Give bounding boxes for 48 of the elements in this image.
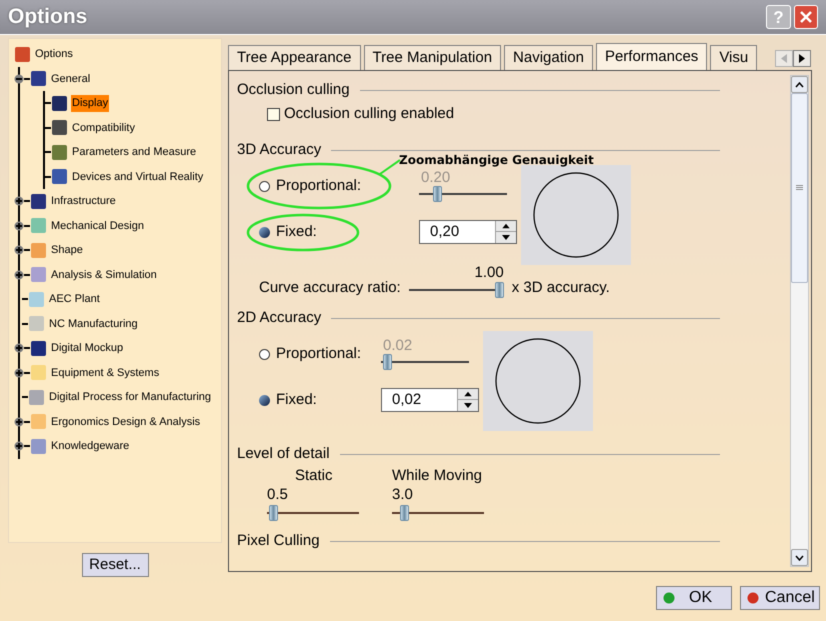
tree-item[interactable]: General: [50, 70, 92, 87]
slider-value: 3.0: [392, 487, 414, 504]
number-field[interactable]: 0,20: [419, 220, 517, 244]
ratio-label: Curve accuracy ratio:: [259, 278, 401, 298]
tree-item[interactable]: Options: [34, 46, 74, 62]
tree-item[interactable]: Parameters and Measure: [71, 144, 198, 160]
slider-value: 0.02: [382, 338, 414, 352]
radio-label: Fixed:: [276, 222, 317, 242]
radio-label: Proportional:: [276, 176, 362, 196]
tab[interactable]: Navigation: [504, 45, 593, 70]
radio-label: Fixed:: [276, 390, 317, 410]
tree-item[interactable]: Devices and Virtual Reality: [71, 168, 204, 185]
ratio-suffix: x 3D accuracy.: [512, 278, 610, 298]
radio-label: Proportional:: [276, 344, 362, 364]
tree-item[interactable]: Ergonomics Design & Analysis: [50, 414, 202, 430]
tree-item[interactable]: AEC Plant: [48, 291, 101, 308]
annotation-label: Zoomabhängige Genauigkeit: [399, 152, 594, 169]
checkbox-label: Occlusion culling enabled: [284, 104, 454, 124]
slider-value: 1.00: [474, 265, 504, 281]
tree-item[interactable]: Analysis & Simulation: [50, 266, 158, 283]
tree-item[interactable]: NC Manufacturing: [48, 316, 139, 332]
tree-item[interactable]: Mechanical Design: [50, 218, 145, 234]
tab[interactable]: Visu: [710, 45, 758, 70]
slider-label: Static: [294, 466, 334, 486]
tree-item[interactable]: Digital Process for Manufacturing: [48, 389, 212, 406]
section-heading: Level of detail: [237, 444, 330, 464]
tab[interactable]: Performances: [596, 43, 708, 70]
slider-value: 0.20: [420, 170, 452, 184]
cancel-button[interactable]: Cancel: [740, 586, 820, 610]
section-heading: Pixel Culling: [237, 530, 320, 551]
tree-item[interactable]: Infrastructure: [50, 193, 117, 210]
ok-button[interactable]: OK: [656, 586, 732, 610]
section-heading: 3D Accuracy: [237, 140, 322, 160]
tree-item[interactable]: Digital Mockup: [50, 340, 124, 356]
window-title: Options: [8, 4, 88, 30]
slider-label: While Moving: [392, 466, 484, 486]
tree-item[interactable]: Compatibility: [71, 120, 136, 136]
section-heading: Occlusion culling: [237, 80, 350, 100]
tree-item[interactable]: Equipment & Systems: [50, 364, 160, 381]
tree-item[interactable]: Shape: [50, 242, 84, 258]
tree-item[interactable]: Knowledgeware: [50, 438, 130, 454]
slider-value: 0.5: [267, 487, 289, 504]
tab[interactable]: Tree Manipulation: [364, 45, 502, 70]
reset-button[interactable]: Reset...: [82, 553, 148, 577]
number-field[interactable]: 0,02: [381, 388, 479, 412]
tree-item[interactable]: Display: [71, 95, 110, 112]
section-heading: 2D Accuracy: [237, 308, 322, 328]
tab[interactable]: Tree Appearance: [228, 45, 361, 70]
